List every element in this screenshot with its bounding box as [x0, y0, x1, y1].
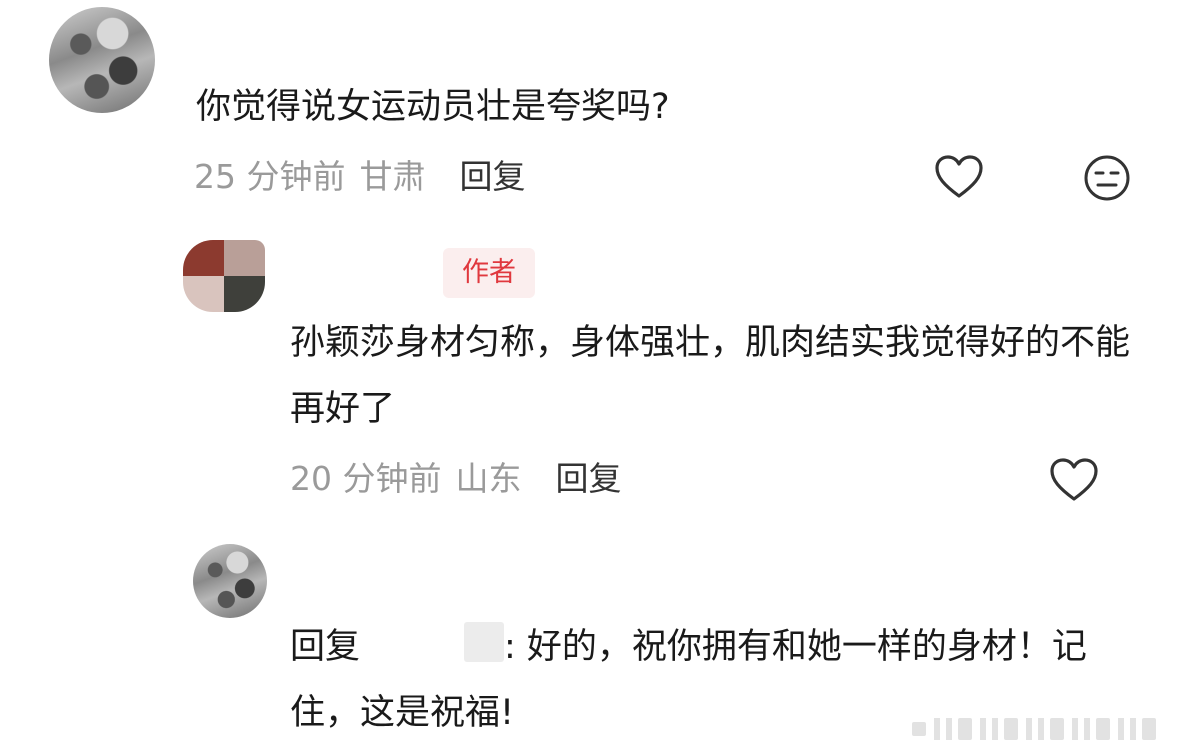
reply-prefix: 回复	[290, 627, 361, 667]
author-avatar[interactable]	[183, 240, 265, 312]
watermark	[912, 718, 1156, 740]
heart-icon[interactable]	[934, 154, 984, 200]
avatar[interactable]	[193, 544, 267, 618]
reply-button[interactable]: 回复	[459, 157, 525, 196]
comment-time: 25 分钟前	[194, 157, 346, 196]
blurred-username	[464, 622, 505, 662]
comment-location: 山东	[455, 459, 522, 498]
heart-icon[interactable]	[1049, 457, 1099, 503]
meh-face-icon[interactable]	[1083, 154, 1131, 202]
reply-button[interactable]: 回复	[555, 459, 621, 498]
comment-location: 甘肃	[359, 157, 426, 196]
avatar[interactable]	[49, 7, 155, 113]
comment-text: 孙颖莎身材匀称，身体强壮，肌肉结实我觉得好的不能再好了	[290, 323, 1131, 429]
comment-meta: 20 分钟前 山东 回复	[290, 459, 621, 499]
comment-text: 你觉得说女运动员壮是夸奖吗?	[196, 87, 670, 127]
author-badge: 作者	[443, 248, 535, 298]
comment-meta: 25 分钟前 甘肃 回复	[194, 157, 525, 197]
comment-time: 20 分钟前	[290, 459, 442, 498]
